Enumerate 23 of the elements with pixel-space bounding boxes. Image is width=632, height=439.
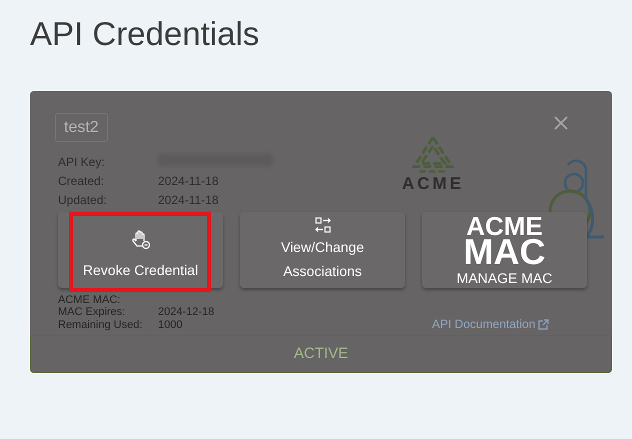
field-label: API Key: [58, 154, 106, 170]
close-icon[interactable] [554, 116, 568, 130]
action-button[interactable]: ACME MAC MANAGE MAC [422, 212, 587, 288]
external-link-icon [538, 318, 550, 330]
swap-icon [314, 217, 330, 233]
mac-value: 1000 [158, 318, 184, 331]
credential-name: test2 [55, 113, 108, 142]
page-title: API Credentials [29, 14, 260, 54]
field-value: 2024-11-18 [158, 192, 220, 208]
status-bar: ACTIVE [30, 335, 612, 373]
field-label: Created: [58, 173, 106, 189]
action-button[interactable]: Revoke Credential [58, 212, 223, 288]
acme-mac-logo: ACME MAC [464, 215, 546, 268]
mac-label: ACME MAC: [58, 294, 122, 306]
mac-label: MAC Expires: [58, 306, 126, 318]
triangle-logo-icon [411, 135, 456, 173]
mac-value: 2024-12-18 [158, 306, 216, 318]
action-button[interactable]: View/Change Associations [240, 212, 405, 288]
logo-text: ACME [402, 175, 464, 193]
field-value: 2024-11-18 [158, 173, 220, 189]
hand-icon [130, 230, 150, 250]
field-label: Updated: [58, 192, 108, 208]
mac-label: Remaining Used: [58, 318, 144, 331]
